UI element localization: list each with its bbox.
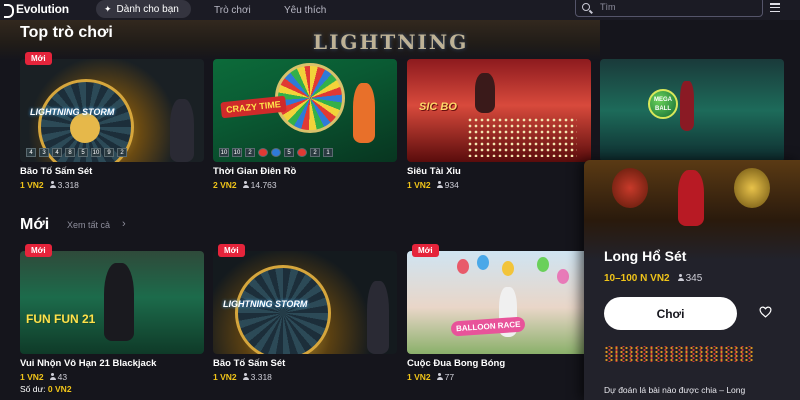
- sparkle-icon: ✦: [104, 3, 112, 14]
- play-button[interactable]: Chơi: [604, 297, 737, 330]
- detail-meta: 10–100 N VN2 345: [604, 273, 702, 284]
- balance: Số dư: 0 VN2: [20, 384, 72, 394]
- game-logo: LIGHTNING STORM: [30, 107, 115, 117]
- game-logo: LIGHTNING STORM: [223, 299, 308, 309]
- tab-games[interactable]: Trò chơi: [214, 0, 251, 20]
- game-thumbnail: MEGA BALL: [600, 59, 784, 162]
- detail-description: Dự đoán lá bài nào được chia – Long: [604, 385, 746, 395]
- tab-label: Yêu thích: [284, 4, 327, 16]
- new-badge: Mới: [412, 244, 439, 257]
- heart-icon[interactable]: [759, 306, 772, 318]
- tab-for-you[interactable]: ✦ Dành cho bạn: [96, 0, 191, 18]
- user-icon: [436, 373, 443, 380]
- game-title: Vui Nhộn Vô Hạn 21 Blackjack: [20, 358, 157, 369]
- player-count: 77: [444, 372, 455, 382]
- user-icon: [242, 181, 249, 188]
- user-icon: [677, 274, 684, 281]
- game-thumbnail: FUN FUN 21: [20, 251, 204, 354]
- game-logo: FUN FUN 21: [26, 312, 96, 326]
- search-icon: [582, 3, 590, 11]
- detail-title: Long Hổ Sét: [604, 248, 687, 264]
- new-badge: Mới: [25, 244, 52, 257]
- game-title: Siêu Tài Xỉu: [407, 166, 461, 177]
- evolution-logo-icon: [4, 3, 14, 18]
- game-price: 1 VN2: [20, 372, 44, 382]
- top-bar: Evolution ✦ Dành cho bạn Trò chơi Yêu th…: [0, 0, 800, 20]
- game-card[interactable]: LIGHTNING STORM Mới Bão Tố Sấm Sét 1 VN2…: [213, 244, 397, 382]
- player-count: 14.763: [250, 180, 277, 190]
- game-thumbnail: LIGHTNING STORM: [213, 251, 397, 354]
- search-input[interactable]: [600, 2, 750, 12]
- section-title-top-games: Top trò chơi: [20, 24, 113, 41]
- tab-label: Trò chơi: [214, 4, 251, 16]
- player-count: 934: [444, 180, 459, 190]
- game-detail-panel: Long Hổ Sét 10–100 N VN2 345 Chơi Dự đoá…: [584, 160, 800, 400]
- brand-logo[interactable]: Evolution: [4, 1, 69, 18]
- game-thumbnail: SIC BO: [407, 59, 591, 162]
- detail-price: 10–100 N VN2: [604, 273, 670, 284]
- game-thumbnail: BALLOON RACE: [407, 251, 591, 354]
- new-badge: Mới: [25, 52, 52, 65]
- chevron-right-icon[interactable]: ›: [122, 218, 126, 230]
- game-thumbnail: CRAZY TIME 10 10 2 5 2 1: [213, 59, 397, 162]
- brand-name: Evolution: [16, 2, 69, 16]
- game-price: 1 VN2: [213, 372, 237, 382]
- result-history: [604, 346, 754, 362]
- game-price: 1 VN2: [407, 180, 431, 190]
- game-card[interactable]: SIC BO Siêu Tài Xỉu 1 VN2 934: [407, 59, 591, 190]
- see-all-link[interactable]: Xem tất cả: [67, 220, 110, 230]
- tab-label: Dành cho bạn: [116, 3, 179, 15]
- game-title: Bão Tố Sấm Sét: [20, 166, 93, 177]
- user-icon: [242, 373, 249, 380]
- detail-player-count: 345: [685, 273, 703, 284]
- game-price: 1 VN2: [20, 180, 44, 190]
- wheel-graphic: [235, 265, 331, 354]
- game-card[interactable]: BALLOON RACE Mới Cuộc Đua Bong Bóng 1 VN…: [407, 244, 591, 382]
- game-card[interactable]: LIGHTNING STORM 4 3 4 8 5 10 9 2 Mới Bão Tố Sấm…: [20, 52, 204, 190]
- new-badge: Mới: [218, 244, 245, 257]
- user-icon: [436, 181, 443, 188]
- game-card[interactable]: MEGA BALL: [600, 59, 784, 162]
- game-logo: SIC BO: [419, 101, 457, 113]
- user-icon: [49, 373, 56, 380]
- game-price: 1 VN2: [407, 372, 431, 382]
- game-thumbnail: LIGHTNING STORM 4 3 4 8 5 10 9 2: [20, 59, 204, 162]
- wheel-graphic: [275, 63, 345, 133]
- search-box[interactable]: [575, 0, 763, 17]
- game-logo: MEGA BALL: [648, 89, 678, 119]
- user-icon: [49, 181, 56, 188]
- game-card[interactable]: FUN FUN 21 Mới Vui Nhộn Vô Hạn 21 Blackj…: [20, 244, 204, 382]
- game-price: 2 VN2: [213, 180, 237, 190]
- balance-label: Số dư:: [20, 384, 46, 394]
- menu-icon[interactable]: [770, 3, 780, 12]
- game-title: Thời Gian Điên Rồ: [213, 166, 297, 177]
- player-count: 43: [57, 372, 68, 382]
- balance-amount: 0 VN2: [47, 384, 72, 394]
- game-title: Bão Tố Sấm Sét: [213, 358, 286, 369]
- player-count: 3.318: [57, 180, 79, 190]
- hero-logo-text: LIGHTNING: [313, 30, 469, 54]
- game-title: Cuộc Đua Bong Bóng: [407, 358, 506, 369]
- section-title-new: Mới: [20, 216, 50, 233]
- player-count: 3.318: [250, 372, 272, 382]
- game-detail-image: [584, 160, 800, 260]
- game-logo: CRAZY TIME: [220, 95, 287, 119]
- game-card[interactable]: CRAZY TIME 10 10 2 5 2 1 Thời Gian Điên Rồ 2 …: [213, 59, 397, 190]
- tab-favorites[interactable]: Yêu thích: [284, 0, 326, 20]
